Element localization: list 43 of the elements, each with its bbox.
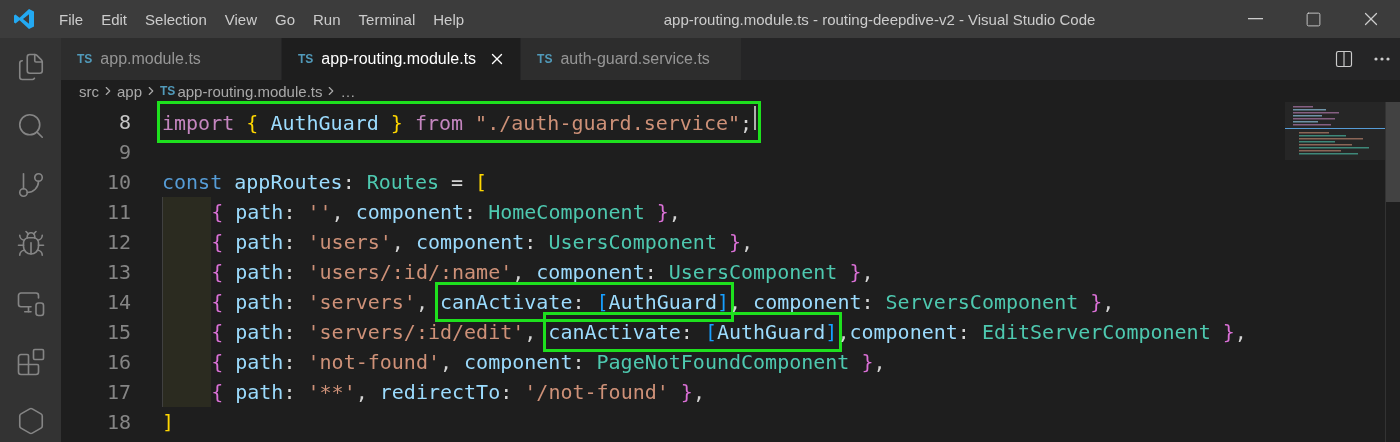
code-line: const appRoutes: Routes = [ (161, 169, 489, 196)
tab-label: app.module.ts (100, 50, 201, 68)
line-number: 15 (105, 320, 132, 344)
line-number: 9 (117, 140, 132, 164)
menu-item[interactable]: View (215, 10, 266, 28)
line-number: 18 (105, 410, 132, 434)
vscode-logo-icon (12, 7, 36, 31)
menu-item[interactable]: Help (424, 10, 474, 28)
typescript-file-icon: TS (160, 84, 176, 98)
line-number: 17 (105, 380, 132, 404)
editor-tab[interactable]: TS app-routing.module.ts (282, 38, 522, 80)
menu-item[interactable]: File (50, 10, 93, 28)
breadcrumb-item[interactable]: … (340, 82, 356, 100)
code-line: ] (161, 409, 176, 436)
tab-label: auth-guard.service.ts (560, 50, 710, 68)
breadcrumb-item[interactable]: app-routing.module.ts (177, 82, 323, 100)
line-number: 16 (105, 350, 132, 374)
line-number: 14 (105, 290, 132, 314)
editor-tab[interactable]: TS app.module.ts (61, 38, 282, 80)
line-number: 12 (105, 230, 132, 254)
menu-item[interactable]: Run (304, 10, 350, 28)
menu-item[interactable]: Selection (136, 10, 216, 28)
typescript-file-icon: TS (77, 52, 93, 66)
menu-item[interactable]: Go (266, 10, 304, 28)
breadcrumb-item[interactable]: app (117, 82, 143, 100)
minimize-icon (1247, 18, 1263, 20)
line-number: 11 (105, 200, 132, 224)
editor-tab[interactable]: TS auth-guard.service.ts (521, 38, 743, 80)
typescript-file-icon: TS (537, 52, 553, 66)
line-number: 8 (117, 110, 132, 134)
tab-label: app-routing.module.ts (321, 50, 477, 68)
maximize-icon (1304, 10, 1322, 28)
typescript-file-icon: TS (298, 52, 314, 66)
window-title: app-routing.module.ts - routing-deepdive-v2 - Visual Studio Code (662, 10, 1097, 28)
breadcrumb-item[interactable]: src (79, 82, 99, 100)
menu-item[interactable]: Terminal (349, 10, 425, 28)
menu-item[interactable]: Edit (92, 10, 137, 28)
code-line: import { AuthGuard } from "./auth-guard.service"; (154, 101, 765, 143)
line-number: 10 (105, 170, 132, 194)
split-editor-icon (1334, 49, 1354, 69)
more-icon (1374, 57, 1390, 61)
scrollbar-thumb[interactable] (1386, 102, 1400, 202)
line-number: 13 (105, 260, 132, 284)
